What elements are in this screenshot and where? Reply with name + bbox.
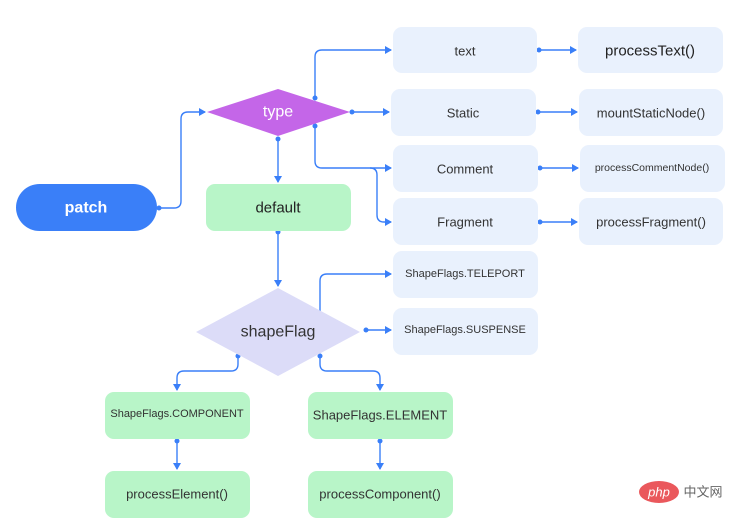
node-type[interactable]: type (207, 89, 350, 136)
flowchart: patch type default text processText() St… (16, 27, 725, 518)
edge-patch-type (158, 108, 206, 209)
edge-shapeflag-element (319, 356, 384, 391)
node-text-label: text (455, 44, 476, 59)
node-suspense-label: ShapeFlags.SUSPENSE (404, 324, 526, 336)
node-process-comment-node[interactable]: processCommentNode() (580, 145, 725, 192)
node-teleport[interactable]: ShapeFlags.TELEPORT (393, 251, 538, 298)
node-process-element-label: processElement() (126, 487, 228, 502)
node-process-fragment[interactable]: processFragment() (579, 198, 723, 245)
edge-type-text (314, 46, 392, 98)
node-component-label: ShapeFlags.COMPONENT (110, 408, 244, 420)
svg-text:php: php (647, 485, 670, 500)
node-process-element[interactable]: processElement() (105, 471, 250, 518)
edge-type-comment (314, 126, 392, 172)
node-comment[interactable]: Comment (393, 145, 538, 192)
node-fragment-label: Fragment (437, 215, 493, 230)
node-type-label: type (263, 104, 293, 121)
node-process-text[interactable]: processText() (578, 27, 723, 73)
svg-text:中文网: 中文网 (683, 485, 722, 500)
node-process-component[interactable]: processComponent() (308, 471, 453, 518)
node-process-text-label: processText() (605, 43, 695, 60)
node-default-label: default (255, 200, 301, 217)
node-patch-label: patch (65, 200, 108, 217)
node-comment-label: Comment (437, 162, 494, 177)
node-shapeflag[interactable]: shapeFlag (196, 288, 360, 376)
node-teleport-label: ShapeFlags.TELEPORT (405, 268, 525, 280)
node-process-fragment-label: processFragment() (596, 215, 706, 230)
node-process-comment-node-label: processCommentNode() (595, 162, 709, 174)
node-static[interactable]: Static (391, 89, 536, 136)
edge-type-fragment (369, 167, 392, 226)
php-watermark-logo: php 中文网 (639, 481, 723, 503)
node-element[interactable]: ShapeFlags.ELEMENT (308, 392, 453, 439)
node-mount-static-node[interactable]: mountStaticNode() (579, 89, 723, 136)
node-mount-static-node-label: mountStaticNode() (597, 106, 705, 121)
node-process-component-label: processComponent() (319, 487, 440, 502)
node-text[interactable]: text (393, 27, 537, 73)
edge-shapeflag-component (173, 356, 239, 391)
node-default[interactable]: default (206, 184, 351, 231)
edge-shapeflag-teleport (319, 270, 392, 318)
node-patch[interactable]: patch (16, 184, 157, 231)
node-shapeflag-label: shapeFlag (241, 324, 316, 341)
node-suspense[interactable]: ShapeFlags.SUSPENSE (393, 308, 538, 355)
node-static-label: Static (447, 106, 480, 121)
node-component[interactable]: ShapeFlags.COMPONENT (105, 392, 250, 439)
node-fragment[interactable]: Fragment (393, 198, 538, 245)
node-element-label: ShapeFlags.ELEMENT (313, 408, 447, 423)
